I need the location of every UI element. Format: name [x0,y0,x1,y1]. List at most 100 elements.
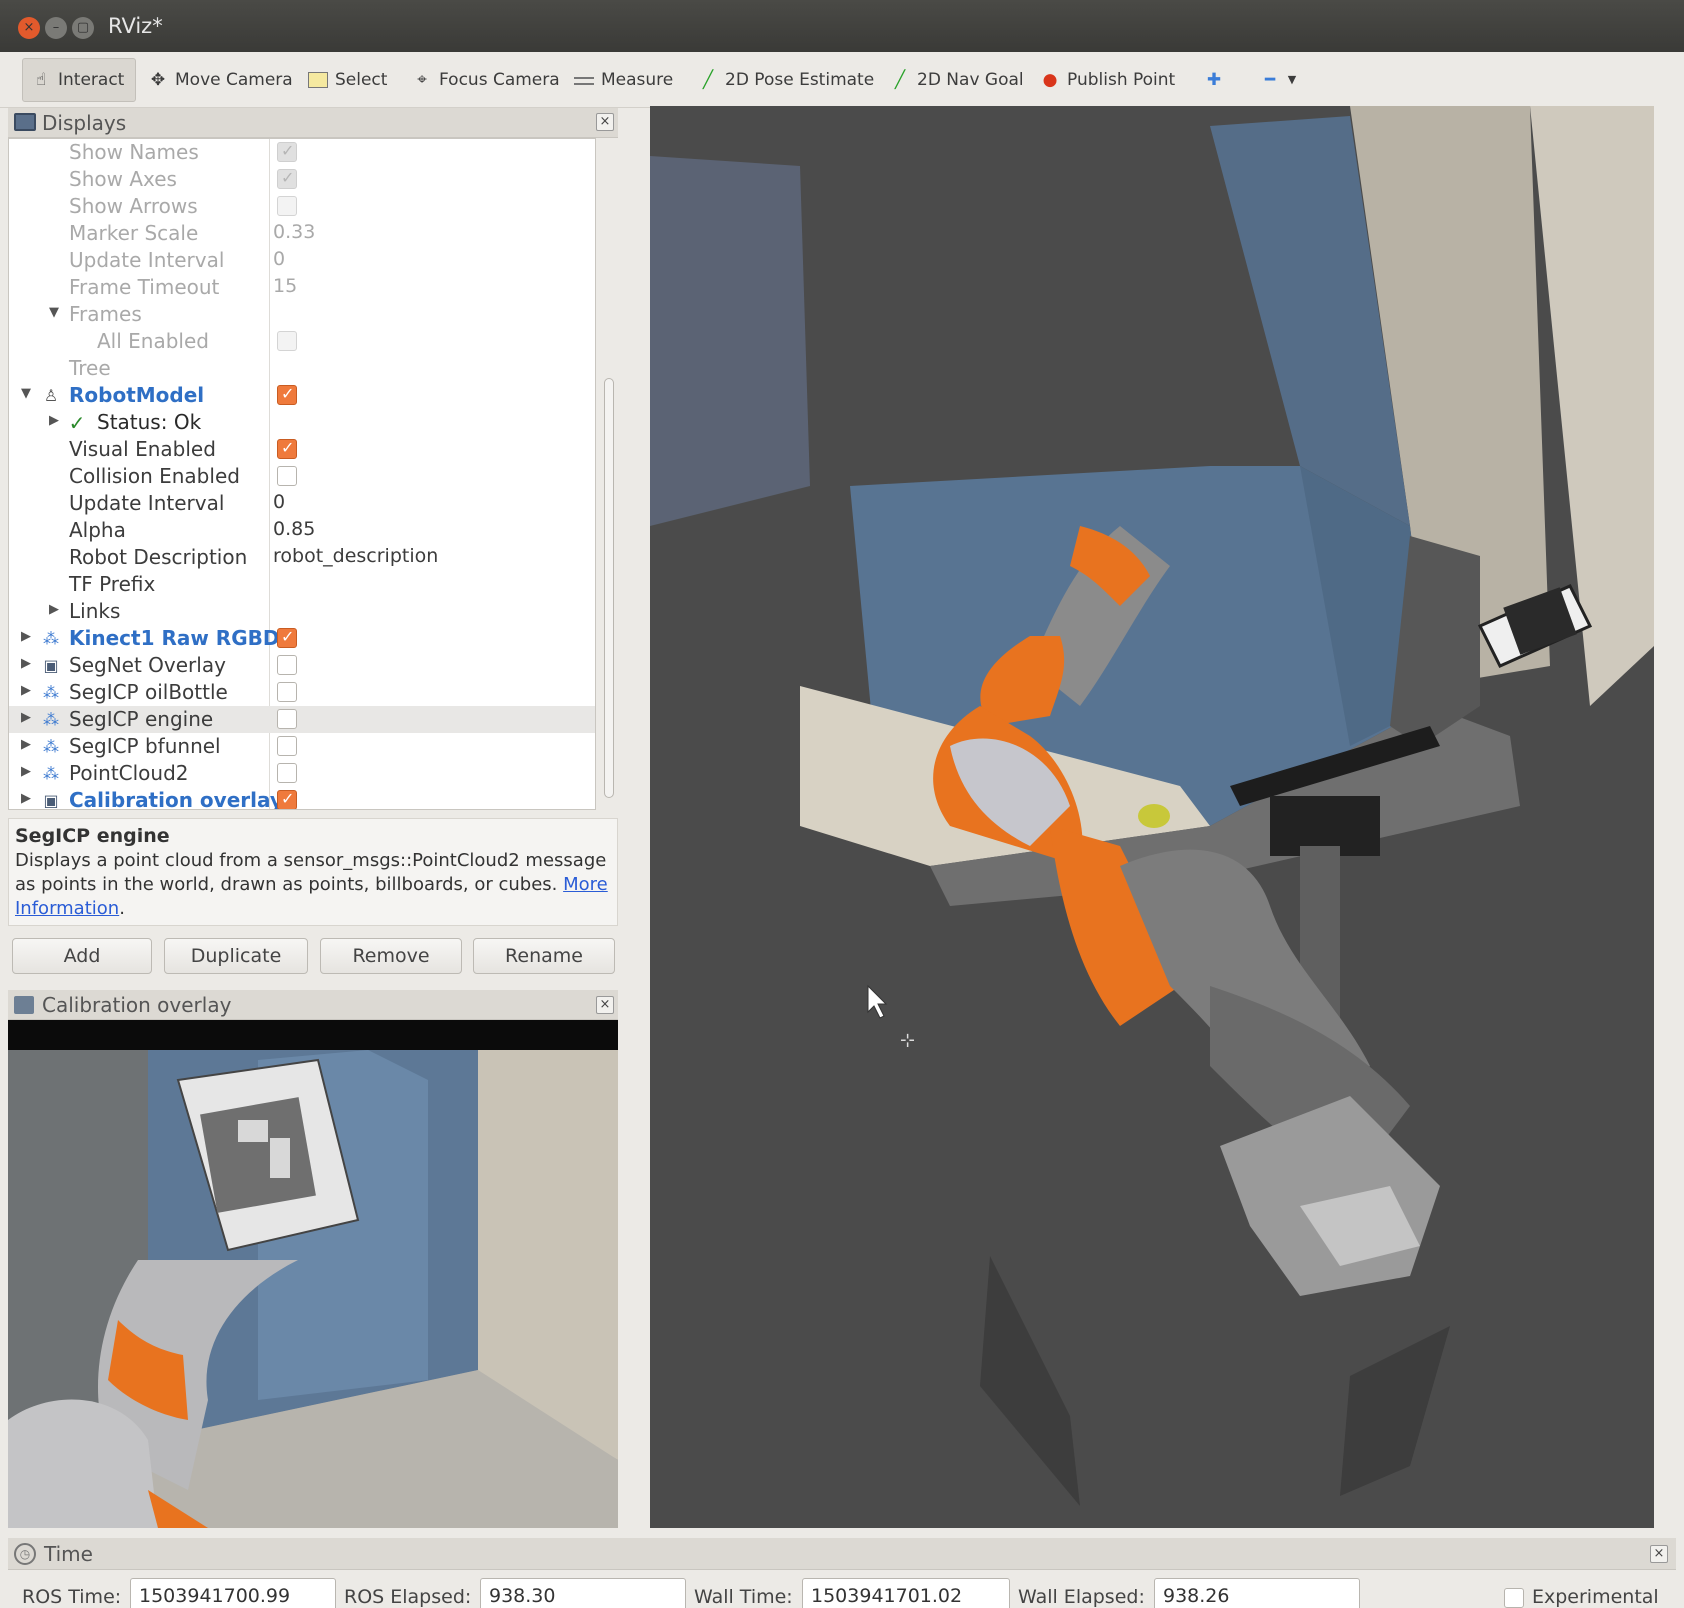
pointcloud2-checkbox[interactable] [277,763,297,783]
chevron-down-icon: ▼ [1287,73,1297,86]
tree-row-all-enabled[interactable]: All Enabled [9,328,595,355]
tree-row-robot-description[interactable]: Robot Description robot_description [9,544,595,571]
ruler-icon [574,77,594,85]
tree-row-segicp-bfunnel[interactable]: ▶ ⁂ SegICP bfunnel [9,733,595,760]
tree-row-segicp-oilbottle[interactable]: ▶ ⁂ SegICP oilBottle [9,679,595,706]
tree-row-kinect1-raw-rgbd[interactable]: ▶ ⁂ Kinect1 Raw RGBD [9,625,595,652]
show-arrows-checkbox[interactable] [277,196,297,216]
collapsed-arrow-icon[interactable]: ▶ [21,737,31,752]
collapsed-arrow-icon[interactable]: ▶ [21,764,31,779]
move-camera-tool-button[interactable]: ✥ Move Camera [140,58,301,102]
collapsed-arrow-icon[interactable]: ▶ [21,791,31,806]
kinect1-checkbox[interactable] [277,627,297,648]
minus-icon: ━ [1264,70,1276,90]
visual-enabled-checkbox[interactable] [277,438,297,459]
select-tool-button[interactable]: Select [300,58,395,102]
window-maximize-button[interactable]: ▢ [72,17,94,39]
tree-row-status[interactable]: ▶ ✓ Status: Ok [9,409,595,436]
expanded-arrow-icon[interactable]: ▼ [49,305,59,320]
close-time-panel-button[interactable]: × [1650,1545,1668,1563]
description-text: Displays a point cloud from a sensor_msg… [15,849,611,921]
tree-row-segnet-overlay[interactable]: ▶ ▣ SegNet Overlay [9,652,595,679]
row-label: Tree [69,356,111,380]
collapsed-arrow-icon[interactable]: ▶ [49,602,59,617]
show-names-checkbox[interactable] [277,141,297,162]
panel-splitter[interactable] [630,106,646,1528]
measure-tool-button[interactable]: Measure [566,58,681,102]
update-interval-value[interactable]: 0 [273,491,285,513]
row-label: All Enabled [97,329,209,353]
scrollbar-thumb[interactable] [604,378,614,798]
duplicate-button[interactable]: Duplicate [164,938,308,974]
right-panel-splitter[interactable] [1654,106,1684,1528]
close-calibration-panel-button[interactable]: × [596,996,614,1014]
collapsed-arrow-icon[interactable]: ▶ [21,629,31,644]
ros-elapsed-label: ROS Elapsed: [344,1586,472,1608]
calibration-overlay-checkbox[interactable] [277,789,297,809]
rename-button[interactable]: Rename [473,938,615,974]
tree-row-alpha[interactable]: Alpha 0.85 [9,517,595,544]
segnet-overlay-checkbox[interactable] [277,655,297,675]
segicp-oilbottle-checkbox[interactable] [277,682,297,702]
experimental-checkbox[interactable] [1504,1588,1524,1608]
row-label: Frames [69,302,142,326]
tree-row-show-arrows[interactable]: Show Arrows [9,193,595,220]
alpha-value[interactable]: 0.85 [273,518,315,540]
publish-point-tool-button[interactable]: ● Publish Point [1032,58,1183,102]
update-interval-value[interactable]: 0 [273,248,285,270]
interact-tool-button[interactable]: ☝ Interact [22,58,136,102]
tree-row-frame-timeout[interactable]: Frame Timeout 15 [9,274,595,301]
all-enabled-checkbox[interactable] [277,331,297,351]
window-close-button[interactable]: × [18,17,40,39]
2d-nav-goal-tool-button[interactable]: ╱ 2D Nav Goal [882,58,1032,102]
collision-enabled-checkbox[interactable] [277,466,297,486]
robot-description-value[interactable]: robot_description [273,545,438,567]
tree-row-frames[interactable]: ▼ Frames [9,301,595,328]
window-minimize-button[interactable]: – [45,17,67,39]
add-tool-button[interactable]: ✚ [1196,58,1232,102]
ros-elapsed-field[interactable]: 938.30 [480,1578,686,1608]
wall-time-label: Wall Time: [694,1586,793,1608]
tree-row-update-interval-2[interactable]: Update Interval 0 [9,490,595,517]
collapsed-arrow-icon[interactable]: ▶ [21,656,31,671]
tree-row-segicp-engine[interactable]: ▶ ⁂ SegICP engine [9,706,595,733]
tree-row-marker-scale[interactable]: Marker Scale 0.33 [9,220,595,247]
3d-render-view[interactable]: ⊹ [650,106,1654,1528]
close-displays-panel-button[interactable]: × [596,113,614,131]
robotmodel-checkbox[interactable] [277,384,297,405]
tree-row-tf-prefix[interactable]: TF Prefix [9,571,595,598]
remove-tool-dropdown[interactable]: ━ ▼ [1252,58,1305,102]
2d-pose-estimate-tool-button[interactable]: ╱ 2D Pose Estimate [690,58,882,102]
collapsed-arrow-icon[interactable]: ▶ [21,710,31,725]
tree-row-show-names[interactable]: Show Names [9,139,595,166]
tree-row-robotmodel[interactable]: ▼ ♙ RobotModel [9,382,595,409]
wall-elapsed-field[interactable]: 938.26 [1154,1578,1360,1608]
collapsed-arrow-icon[interactable]: ▶ [49,413,59,428]
row-label: Frame Timeout [69,275,220,299]
wall-time-field[interactable]: 1503941701.02 [802,1578,1010,1608]
expanded-arrow-icon[interactable]: ▼ [21,386,31,401]
segicp-engine-checkbox[interactable] [277,709,297,729]
move-camera-label: Move Camera [175,70,293,90]
tree-row-pointcloud2[interactable]: ▶ ⁂ PointCloud2 [9,760,595,787]
tree-row-tree[interactable]: Tree [9,355,595,382]
tree-row-show-axes[interactable]: Show Axes [9,166,595,193]
segicp-bfunnel-checkbox[interactable] [277,736,297,756]
row-label: Visual Enabled [69,437,216,461]
tree-row-collision-enabled[interactable]: Collision Enabled [9,463,595,490]
remove-button[interactable]: Remove [320,938,462,974]
displays-scrollbar[interactable] [602,138,616,810]
add-button[interactable]: Add [12,938,152,974]
ros-time-field[interactable]: 1503941700.99 [130,1578,336,1608]
row-label: Marker Scale [69,221,199,245]
show-axes-checkbox[interactable] [277,168,297,189]
focus-camera-tool-button[interactable]: ⌖ Focus Camera [404,58,568,102]
frame-timeout-value[interactable]: 15 [273,275,297,297]
marker-scale-value[interactable]: 0.33 [273,221,315,243]
collapsed-arrow-icon[interactable]: ▶ [21,683,31,698]
tree-row-links[interactable]: ▶ Links [9,598,595,625]
tree-row-calibration-overlay[interactable]: ▶ ▣ Calibration overlay [9,787,595,809]
tree-row-update-interval[interactable]: Update Interval 0 [9,247,595,274]
time-title: Time [44,1542,93,1566]
tree-row-visual-enabled[interactable]: Visual Enabled [9,436,595,463]
